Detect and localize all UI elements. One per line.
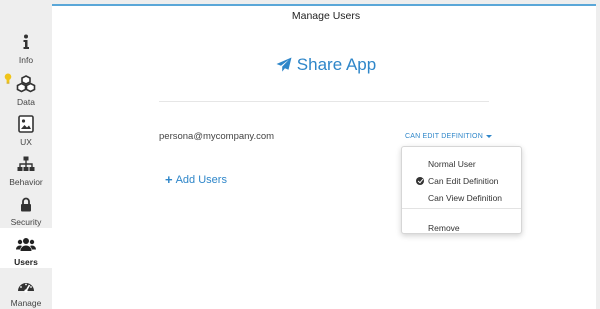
add-users-label: Add Users [175,173,227,186]
share-app-heading: Share App [52,55,600,75]
menu-item-can-view-definition[interactable]: Can View Definition [402,190,521,206]
sidebar-item-data[interactable]: Data [0,68,52,108]
check-circle-icon [416,177,424,185]
right-gutter [596,0,600,309]
sidebar-item-label: Info [18,55,34,65]
permission-menu: Normal User Can Edit Definition Can View… [401,146,522,234]
page-title: Manage Users [291,10,361,22]
sidebar-item-manage[interactable]: Manage [0,269,52,309]
permission-label: CAN EDIT DEFINITION [405,133,483,140]
sidebar-item-label: Security [10,217,42,227]
menu-divider [402,208,521,209]
sidebar-item-users[interactable]: Users [0,228,52,268]
menu-item-can-edit-definition[interactable]: Can Edit Definition [402,173,521,189]
share-app-label: Share App [296,55,377,74]
users-icon [16,234,36,254]
plus-icon: + [165,172,173,187]
sidebar-item-security[interactable]: Security [0,188,52,228]
info-icon [16,32,36,52]
image-icon [16,114,36,134]
sidebar: Info Data UX Behavior Security Users Man… [0,0,52,309]
sidebar-item-label: Users [14,257,38,267]
sidebar-item-behavior[interactable]: Behavior [0,148,52,188]
sidebar-item-label: Data [17,97,35,107]
menu-item-remove[interactable]: Remove [402,220,521,236]
sidebar-item-ux[interactable]: UX [0,108,52,148]
user-email: persona@mycompany.com [159,131,275,142]
paper-plane-icon [276,57,292,72]
lock-icon [16,194,36,214]
divider [159,101,489,102]
sidebar-item-label: Behavior [9,177,43,187]
caret-down-icon [485,135,492,138]
main-panel: Manage Users Share App persona@mycompany… [52,4,600,309]
sidebar-item-info[interactable]: Info [0,26,52,66]
dashboard-icon [16,275,36,295]
sidebar-item-label: UX [20,137,32,147]
menu-item-normal-user[interactable]: Normal User [402,156,521,172]
cubes-icon [16,74,36,94]
permission-dropdown[interactable]: CAN EDIT DEFINITION [405,133,492,140]
add-users-button[interactable]: + Add Users [165,172,227,187]
sidebar-item-label: Manage [10,298,42,308]
sitemap-icon [16,154,36,174]
